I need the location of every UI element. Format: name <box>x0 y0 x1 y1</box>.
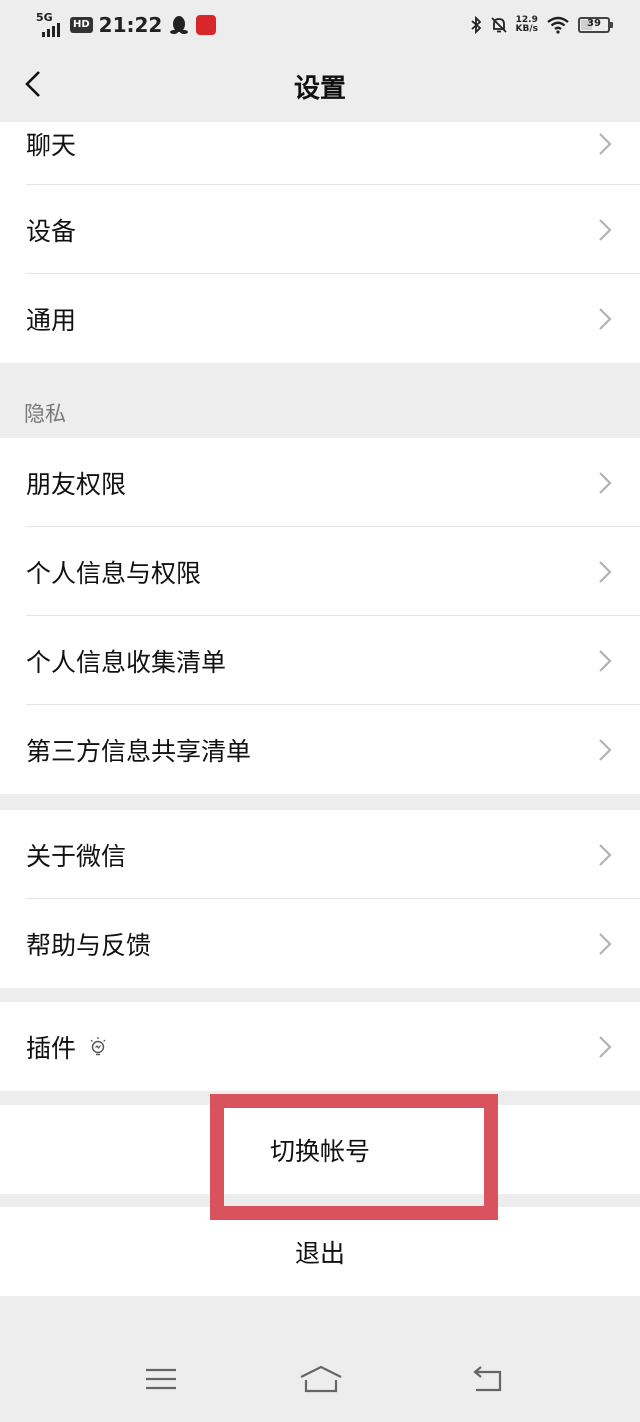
annotation-highlight-box <box>210 1094 498 1220</box>
settings-item-label: 个人信息收集清单 <box>26 647 227 677</box>
battery-level: 39 <box>587 18 601 29</box>
home-icon[interactable] <box>298 1364 344 1394</box>
settings-group-about: 关于微信 帮助与反馈 <box>0 810 640 988</box>
bluetooth-icon <box>470 16 481 34</box>
status-bar: 5G HD 21:22 12.9 KB/s 39 <box>0 0 640 50</box>
logout-button[interactable]: 退出 <box>0 1207 640 1296</box>
system-nav-bar <box>0 1332 640 1422</box>
signal-icon: 5G <box>36 11 66 37</box>
chevron-right-icon <box>599 132 612 155</box>
network-speed: 12.9 KB/s <box>515 15 538 34</box>
settings-item-label: 个人信息与权限 <box>26 558 202 588</box>
chevron-right-icon <box>599 738 612 761</box>
settings-item-chat[interactable]: 聊天 <box>0 122 640 185</box>
lightbulb-icon <box>90 1036 106 1055</box>
settings-item-label: 关于微信 <box>26 841 127 871</box>
chevron-right-icon <box>599 649 612 672</box>
chevron-right-icon <box>599 560 612 583</box>
settings-item-third-party-sharing[interactable]: 第三方信息共享清单 <box>0 705 640 794</box>
battery-icon: 39 <box>578 17 613 33</box>
settings-item-label: 第三方信息共享清单 <box>26 736 252 766</box>
settings-item-friend-permissions[interactable]: 朋友权限 <box>0 438 640 527</box>
settings-item-general[interactable]: 通用 <box>0 274 640 363</box>
page-title: 设置 <box>293 74 346 104</box>
hd-badge: HD <box>70 17 93 33</box>
settings-item-help-feedback[interactable]: 帮助与反馈 <box>0 899 640 988</box>
section-label-privacy: 隐私 <box>24 402 66 426</box>
settings-item-label: 插件 <box>26 1033 77 1063</box>
settings-item-devices[interactable]: 设备 <box>0 185 640 274</box>
settings-item-label: 帮助与反馈 <box>26 930 152 960</box>
chevron-right-icon <box>599 932 612 955</box>
chevron-right-icon <box>599 843 612 866</box>
chevron-right-icon <box>599 218 612 241</box>
wifi-icon <box>547 16 569 34</box>
settings-group-plugins: 插件 <box>0 1002 640 1091</box>
back-nav-icon[interactable] <box>470 1364 510 1394</box>
settings-item-label: 聊天 <box>26 130 77 160</box>
chevron-right-icon <box>599 1035 612 1058</box>
settings-item-label: 朋友权限 <box>26 469 127 499</box>
logout-label: 退出 <box>294 1238 345 1268</box>
chevron-right-icon <box>599 307 612 330</box>
nav-header: 设置 <box>0 50 640 122</box>
menu-icon[interactable] <box>142 1364 182 1394</box>
settings-item-personal-info-permissions[interactable]: 个人信息与权限 <box>0 527 640 616</box>
qq-penguin-icon <box>170 16 189 34</box>
app-notification-icon <box>196 15 217 35</box>
chevron-right-icon <box>599 471 612 494</box>
clock: 21:22 <box>98 13 163 37</box>
settings-item-plugins[interactable]: 插件 <box>0 1002 640 1091</box>
settings-item-about-wechat[interactable]: 关于微信 <box>0 810 640 899</box>
mute-bell-icon <box>490 17 507 33</box>
settings-item-personal-info-collection[interactable]: 个人信息收集清单 <box>0 616 640 705</box>
settings-group-privacy: 朋友权限 个人信息与权限 个人信息收集清单 第三方信息共享清单 <box>0 438 640 794</box>
settings-item-label: 设备 <box>26 216 77 246</box>
settings-group-general: 聊天 设备 通用 <box>0 122 640 363</box>
settings-item-label: 通用 <box>26 305 77 335</box>
